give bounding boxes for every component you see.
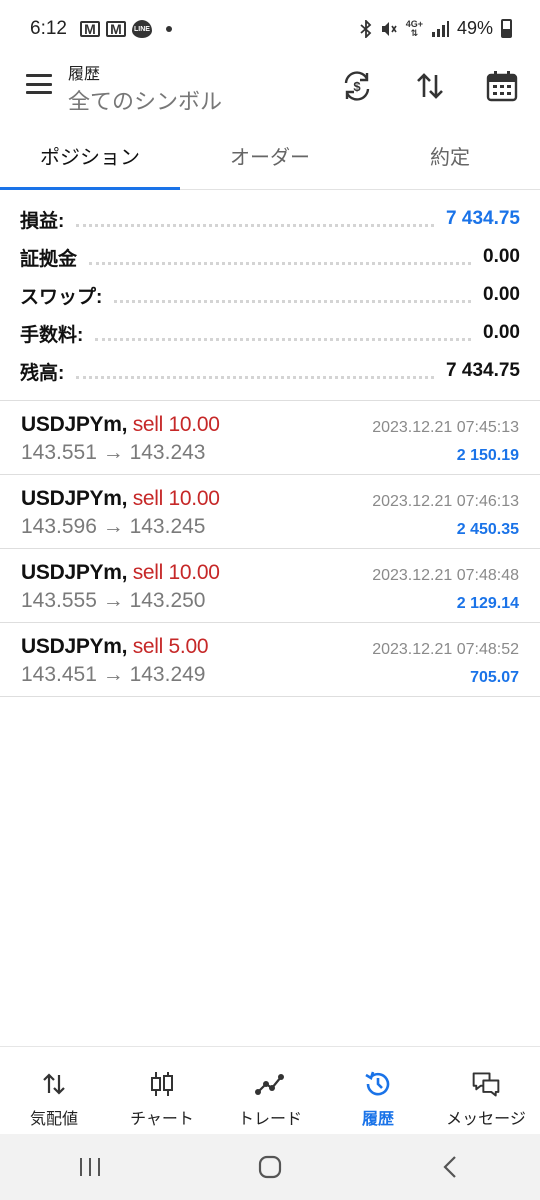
battery-percent: 49% — [456, 18, 493, 38]
deal-profit: 2 129.14 — [456, 595, 519, 612]
summary-panel: 損益: 7 434.75 証拠金 0.00 スワップ: 0.00 手数料: 0.… — [0, 200, 540, 390]
deal-symbol: USDJPYm, — [21, 413, 128, 436]
deal-symbol-line: USDJPYm, sell 10.00 — [21, 413, 220, 437]
dotted-leader — [76, 375, 435, 379]
status-notification-icons: M M LINE — [80, 20, 172, 38]
calendar-icon[interactable] — [482, 66, 522, 106]
system-navigation-bar — [0, 1134, 540, 1200]
quotes-icon — [39, 1069, 69, 1099]
deal-row[interactable]: USDJPYm, sell 10.00 143.551 → 143.243 20… — [0, 401, 540, 475]
nav-label: 履歴 — [361, 1111, 394, 1128]
deal-prices: 143.551 → 143.243 — [21, 441, 206, 464]
summary-row-balance: 残高: 7 434.75 — [0, 352, 540, 390]
deal-side: sell 10.00 — [132, 413, 220, 436]
tab-positions[interactable]: ポジション — [0, 130, 180, 190]
nav-label: チャート — [130, 1111, 194, 1128]
summary-row-profit: 損益: 7 434.75 — [0, 200, 540, 238]
deal-side: sell 5.00 — [132, 635, 209, 658]
status-bar: 6:12 M M LINE 4G+ ⇅ 49% — [0, 0, 540, 60]
history-icon — [363, 1069, 393, 1099]
mute-icon — [381, 21, 397, 36]
deal-symbol: USDJPYm, — [21, 561, 128, 584]
sort-icon[interactable] — [410, 66, 450, 106]
notification-dot-icon — [166, 26, 172, 32]
dotted-leader — [95, 337, 472, 341]
nav-trade[interactable]: トレード — [216, 1047, 324, 1134]
deal-row[interactable]: USDJPYm, sell 10.00 143.596 → 143.245 20… — [0, 475, 540, 549]
nav-label: トレード — [237, 1111, 302, 1128]
deal-symbol-line: USDJPYm, sell 10.00 — [21, 487, 220, 511]
deal-row[interactable]: USDJPYm, sell 10.00 143.555 → 143.250 20… — [0, 549, 540, 623]
deal-prices: 143.596 → 143.245 — [21, 515, 206, 538]
deal-profit: 2 450.35 — [456, 521, 519, 538]
balance-value: 7 434.75 — [446, 360, 520, 381]
profit-value: 7 434.75 — [446, 208, 520, 229]
trade-icon — [255, 1069, 285, 1099]
deal-symbol: USDJPYm, — [21, 487, 128, 510]
tab-orders[interactable]: オーダー — [180, 130, 360, 189]
back-icon[interactable] — [420, 1147, 480, 1187]
nav-label: 気配値 — [29, 1111, 78, 1128]
nav-history[interactable]: 履歴 — [324, 1047, 432, 1134]
profit-label: 損益: — [20, 210, 65, 232]
margin-value: 0.00 — [483, 246, 520, 267]
app-bar: 履歴 全てのシンボル $ — [0, 60, 540, 130]
summary-row-margin: 証拠金 0.00 — [0, 238, 540, 276]
deal-prices: 143.555 → 143.250 — [21, 589, 206, 612]
deal-profit: 705.07 — [470, 669, 519, 686]
network-icon: 4G+ ⇅ — [405, 18, 423, 38]
page-title: 履歴 — [68, 66, 101, 83]
gmail-icon: M — [80, 21, 100, 37]
bottom-navigation: 気配値 チャート トレード 履歴 メッセージ — [0, 1046, 540, 1134]
deal-side: sell 10.00 — [132, 561, 220, 584]
deal-symbol-line: USDJPYm, sell 10.00 — [21, 561, 220, 585]
gmail-icon: M — [106, 21, 126, 37]
nav-messages[interactable]: メッセージ — [432, 1047, 540, 1134]
history-tabs: ポジション オーダー 約定 — [0, 130, 540, 190]
margin-label: 証拠金 — [20, 248, 78, 270]
recent-apps-icon[interactable] — [60, 1147, 120, 1187]
deals-list: USDJPYm, sell 10.00 143.551 → 143.243 20… — [0, 401, 540, 697]
nav-label: メッセージ — [446, 1111, 526, 1128]
nav-chart[interactable]: チャート — [108, 1047, 216, 1134]
deal-time: 2023.12.21 07:48:52 — [372, 641, 519, 658]
tab-deals[interactable]: 約定 — [360, 130, 540, 189]
deal-time: 2023.12.21 07:48:48 — [372, 567, 519, 584]
deal-row[interactable]: USDJPYm, sell 5.00 143.451 → 143.249 202… — [0, 623, 540, 697]
status-system-icons: 4G+ ⇅ 49% — [360, 18, 512, 39]
commission-label: 手数料: — [20, 324, 84, 346]
deal-profit: 2 150.19 — [456, 447, 519, 464]
deal-symbol: USDJPYm, — [21, 635, 128, 658]
deal-side: sell 10.00 — [132, 487, 220, 510]
battery-icon — [501, 19, 512, 38]
nav-quotes[interactable]: 気配値 — [0, 1047, 108, 1134]
signal-icon — [431, 20, 449, 37]
home-icon[interactable] — [240, 1147, 300, 1187]
messages-icon — [471, 1069, 501, 1099]
dotted-leader — [76, 223, 435, 227]
balance-label: 残高: — [20, 362, 65, 384]
swap-label: スワップ: — [20, 286, 103, 308]
commission-value: 0.00 — [483, 322, 520, 343]
bluetooth-icon — [360, 19, 372, 38]
menu-icon[interactable] — [26, 74, 52, 94]
currency-exchange-icon[interactable]: $ — [337, 66, 377, 106]
status-time: 6:12 — [30, 18, 67, 39]
svg-text:$: $ — [353, 79, 361, 94]
dotted-leader — [89, 261, 472, 265]
deal-symbol-line: USDJPYm, sell 5.00 — [21, 635, 209, 659]
symbol-filter[interactable]: 全てのシンボル — [68, 84, 222, 116]
deal-time: 2023.12.21 07:45:13 — [372, 419, 519, 436]
line-app-icon: LINE — [132, 20, 152, 38]
summary-row-swap: スワップ: 0.00 — [0, 276, 540, 314]
swap-value: 0.00 — [483, 284, 520, 305]
summary-row-commission: 手数料: 0.00 — [0, 314, 540, 352]
deal-prices: 143.451 → 143.249 — [21, 663, 206, 686]
deal-time: 2023.12.21 07:46:13 — [372, 493, 519, 510]
dotted-leader — [114, 299, 472, 303]
chart-icon — [147, 1069, 177, 1099]
